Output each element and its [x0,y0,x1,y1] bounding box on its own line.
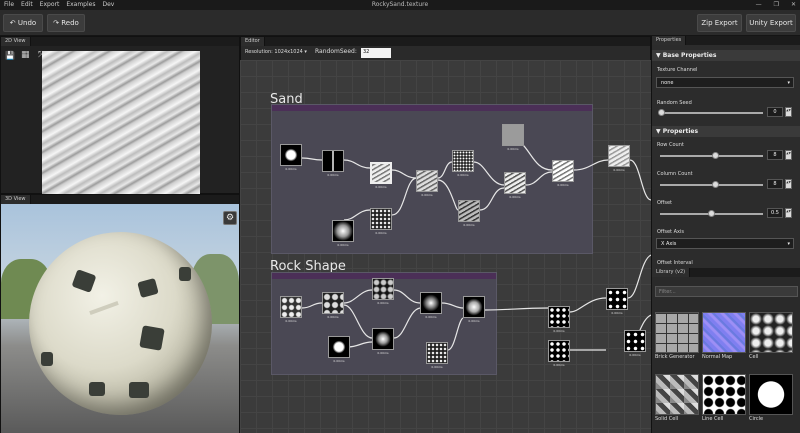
graph-node[interactable]: 0.00ms [458,200,480,228]
row-count-label: Row Count [657,142,684,148]
library-item-cell[interactable]: Cell [749,312,793,362]
app-title: RockySand.texture [371,1,429,8]
graph-node[interactable]: 0.00ms [322,292,344,320]
undo-button[interactable]: ↶ Undo [3,14,43,32]
redo-button[interactable]: ↷ Redo [47,14,85,32]
column-count-input[interactable]: 8 [767,179,783,189]
graph-node[interactable]: 0.00ms [548,340,570,368]
graph-node[interactable]: 0.00ms [452,150,474,178]
tab-2d-view[interactable]: 2D View [1,37,31,46]
row-count-input[interactable]: 8 [767,150,783,160]
graph-node[interactable]: 0.00ms [280,296,302,324]
resolution-dropdown[interactable]: Resolution: 1024x1024 ▾ [245,49,307,55]
texture-channel-label: Texture Channel [657,67,698,73]
random-seed-stepper[interactable]: ▲▼ [785,107,792,117]
textured-sphere [29,232,212,415]
graph-node[interactable]: 0.00ms [606,288,628,316]
graph-node[interactable]: 0.00ms [370,162,392,190]
library-search-input[interactable]: Filter... [655,286,798,297]
graph-node[interactable]: 0.00ms [420,292,442,320]
unity-export-button[interactable]: Unity Export [746,14,796,32]
grid-icon[interactable]: ▦ [21,50,30,60]
random-seed-knob[interactable] [658,109,665,116]
offset-interval-label: Offset Interval [657,260,693,266]
row-count-knob[interactable] [712,152,719,159]
library-item-brick-generator[interactable]: Brick Generator [655,312,699,362]
offset-stepper[interactable]: ▲▼ [785,208,792,218]
offset-input[interactable]: 0.5 [767,208,783,218]
node-graph-canvas[interactable]: Sand Rock Shape 0.00ms 0.00ms 0.00ms 0.0… [240,60,651,433]
properties-header[interactable]: ▼ Properties [652,126,800,137]
zip-export-button[interactable]: Zip Export [697,14,742,32]
graph-node[interactable]: 0.00ms [624,330,646,358]
seed-input[interactable]: 32 [361,48,391,58]
offset-knob[interactable] [708,210,715,217]
maximize-icon[interactable]: ❐ [774,0,779,10]
tab-library[interactable]: Library (v2) [652,268,691,277]
texture-preview-2d [42,51,200,194]
toolbar: ↶ Undo ↷ Redo Zip Export Unity Export [0,10,800,36]
gear-icon[interactable]: ⚙ [223,211,237,225]
view2d-panel: 2D View 💾 ▦ ⤧ [0,36,240,194]
scene-viewport[interactable] [1,204,239,433]
minimize-icon[interactable]: — [756,0,762,10]
random-seed-input[interactable]: 0 [767,107,783,117]
library-item-normal-map[interactable]: Normal Map [702,312,746,362]
library-item-circle[interactable]: Circle [749,374,793,424]
offset-label: Offset [657,200,673,206]
column-count-knob[interactable] [712,181,719,188]
base-properties-header[interactable]: ▼ Base Properties [652,50,800,61]
offset-axis-select[interactable]: X Axis ▾ [656,238,794,249]
graph-node[interactable]: 0.00ms [328,336,350,364]
random-seed-label: Random Seed [657,100,692,106]
graph-node[interactable]: 0.00ms [504,172,526,200]
graph-node[interactable]: 0.00ms [548,306,570,334]
row-count-stepper[interactable]: ▲▼ [785,150,792,160]
random-seed-slider[interactable] [660,112,763,114]
column-count-label: Column Count [657,171,693,177]
graph-node[interactable]: 0.00ms [280,144,302,172]
save-icon[interactable]: 💾 [5,51,15,60]
graph-node[interactable]: 0.00ms [426,342,448,370]
graph-node[interactable]: 0.00ms [332,220,354,248]
library-item-line-cell[interactable]: Line Cell [702,374,746,424]
tab-3d-view[interactable]: 3D View [1,195,31,204]
library-item-solid-cell[interactable]: Solid Cell [655,374,699,424]
graph-node[interactable]: 0.00ms [372,328,394,356]
tab-properties[interactable]: Properties [652,36,687,45]
texture-channel-select[interactable]: none ▾ [656,77,794,88]
graph-node[interactable]: 0.00ms [370,208,392,236]
tab-editor[interactable]: Editor [241,37,265,46]
graph-node[interactable]: 0.00ms [372,278,394,306]
view3d-panel: 3D View ⚙ [0,194,240,433]
close-icon[interactable]: ✕ [791,0,796,10]
graph-node[interactable]: 0.00ms [416,170,438,198]
offset-axis-label: Offset Axis [657,229,684,235]
graph-node[interactable]: 0.00ms [463,296,485,324]
column-count-stepper[interactable]: ▲▼ [785,179,792,189]
library-panel: Library (v2) Filter... Brick Generator N… [651,268,800,433]
graph-node[interactable]: 0.00ms [502,124,524,152]
node-connections [301,137,651,351]
seed-label: RandomSeed: [315,48,357,55]
graph-node[interactable]: 0.00ms [552,160,574,188]
graph-node[interactable]: 0.00ms [608,145,630,173]
graph-node[interactable]: 0.00ms [322,150,344,178]
title-bar: File Edit Export Examples Dev RockySand.… [0,0,800,10]
